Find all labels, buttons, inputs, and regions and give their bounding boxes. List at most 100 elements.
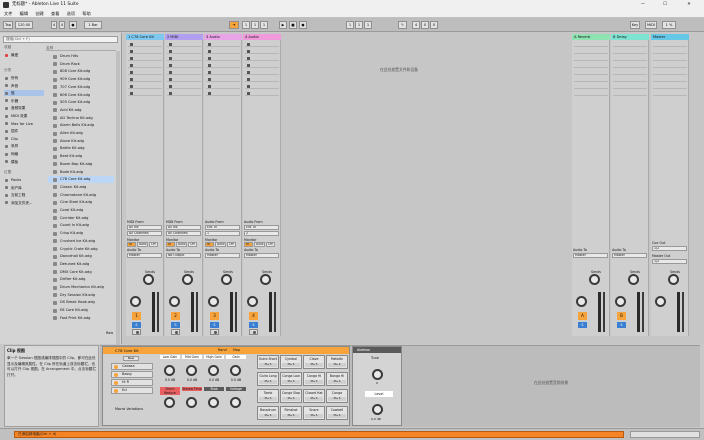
pan-knob[interactable] bbox=[130, 296, 141, 307]
drum-pad[interactable]: Snare M ▸ S bbox=[303, 406, 325, 420]
file-item[interactable]: Beat Kit.adg bbox=[48, 153, 114, 160]
return-activator[interactable]: B bbox=[617, 312, 626, 320]
drum-pad[interactable]: Cowbell M ▸ S bbox=[326, 406, 348, 420]
quantize-select[interactable]: 1 Bar bbox=[84, 21, 102, 29]
pad-controls[interactable]: M ▸ S bbox=[282, 414, 300, 418]
pan-knob[interactable] bbox=[576, 296, 587, 307]
clip-slot[interactable] bbox=[206, 55, 240, 61]
clip-slot[interactable] bbox=[245, 41, 279, 47]
raw-toggle[interactable]: Raw bbox=[106, 331, 113, 335]
macro-label[interactable]: Stereo Time bbox=[182, 387, 202, 391]
midi-map-button[interactable]: MIDI bbox=[645, 21, 657, 29]
track-activator[interactable]: 4 bbox=[249, 312, 258, 320]
macro-label[interactable]: Drum Reduce bbox=[160, 387, 180, 395]
close-button[interactable]: ✕ bbox=[680, 1, 698, 9]
input-channel-select[interactable]: 1 bbox=[205, 231, 240, 236]
file-item[interactable]: 909 Core Kit.adg bbox=[48, 76, 114, 83]
pad-controls[interactable]: M ▸ S bbox=[305, 397, 323, 401]
clip-slot[interactable] bbox=[128, 41, 162, 47]
rack-rand-button[interactable]: Rand bbox=[218, 348, 227, 352]
macro-knob[interactable] bbox=[186, 397, 197, 408]
volume-fader[interactable] bbox=[269, 292, 272, 332]
monitor-auto-button[interactable]: Auto bbox=[215, 242, 226, 247]
output-select[interactable]: Master bbox=[244, 253, 279, 258]
file-item[interactable]: Detuned Kit.adg bbox=[48, 261, 114, 268]
clip-slot[interactable] bbox=[613, 55, 647, 61]
pad-controls[interactable]: M ▸ S bbox=[259, 397, 277, 401]
pad-controls[interactable]: M ▸ S bbox=[282, 380, 300, 384]
macro-label[interactable]: Stab bbox=[204, 387, 224, 391]
clip-slot[interactable] bbox=[613, 48, 647, 54]
input-source-select[interactable]: Ext. In bbox=[244, 225, 279, 230]
clip-slot[interactable] bbox=[653, 62, 687, 68]
send-knob[interactable] bbox=[589, 274, 600, 285]
macro-knob[interactable] bbox=[230, 397, 241, 408]
monitor-off-button[interactable]: Off bbox=[266, 242, 275, 247]
macro-knob[interactable] bbox=[208, 365, 219, 376]
file-item[interactable]: Coral Kit.adg bbox=[48, 207, 114, 214]
clip-slot[interactable] bbox=[128, 90, 162, 96]
category-all[interactable]: 所有 bbox=[4, 75, 44, 81]
loop-start-six[interactable]: 1 bbox=[364, 21, 372, 29]
pan-knob[interactable] bbox=[247, 296, 258, 307]
loop-start-beat[interactable]: 1 bbox=[355, 21, 363, 29]
file-item[interactable]: Cine Steel Kit.adg bbox=[48, 199, 114, 206]
volume-fader[interactable] bbox=[152, 292, 155, 332]
drum-pad[interactable]: Cymbal M ▸ S bbox=[280, 355, 302, 369]
clip-slot[interactable] bbox=[653, 55, 687, 61]
track-activator[interactable]: 2 bbox=[171, 312, 180, 320]
clip-slot[interactable] bbox=[128, 55, 162, 61]
clip-slot[interactable] bbox=[245, 69, 279, 75]
file-item[interactable]: Drifter Kit.adg bbox=[48, 276, 114, 283]
solo-button[interactable]: S bbox=[132, 322, 141, 328]
macro-label[interactable]: Voltage bbox=[226, 387, 246, 391]
clip-slot[interactable] bbox=[128, 83, 162, 89]
drum-pad[interactable]: Metallic M ▸ S bbox=[326, 355, 348, 369]
clip-slot[interactable] bbox=[206, 76, 240, 82]
pad-controls[interactable]: M ▸ S bbox=[328, 414, 346, 418]
clip-slot[interactable] bbox=[653, 83, 687, 89]
pad-controls[interactable]: M ▸ S bbox=[328, 397, 346, 401]
macro-knob[interactable] bbox=[186, 365, 197, 376]
volume-fader[interactable] bbox=[191, 292, 194, 332]
output-select[interactable]: Master bbox=[612, 253, 647, 258]
pad-controls[interactable]: M ▸ S bbox=[282, 397, 300, 401]
file-item[interactable]: Boom Bap Kit.adg bbox=[48, 161, 114, 168]
clip-slot[interactable] bbox=[206, 62, 240, 68]
menu-file[interactable]: 文件 bbox=[4, 10, 12, 18]
drum-pad[interactable]: Conga M ▸ S bbox=[326, 389, 348, 403]
solo-button[interactable]: S bbox=[578, 322, 587, 328]
monitor-in-button[interactable]: In bbox=[127, 242, 136, 247]
pad-controls[interactable]: M ▸ S bbox=[305, 363, 323, 367]
volume-fader[interactable] bbox=[677, 292, 680, 332]
macro-label[interactable]: Gain bbox=[226, 355, 246, 359]
arm-button[interactable] bbox=[132, 329, 141, 335]
drum-pad[interactable]: Closed Hat M ▸ S bbox=[303, 389, 325, 403]
macro-label[interactable]: Mid Gain bbox=[182, 355, 202, 359]
clip-slot[interactable] bbox=[128, 62, 162, 68]
macro-knob[interactable] bbox=[164, 397, 175, 408]
pan-knob[interactable] bbox=[208, 296, 219, 307]
monitor-off-button[interactable]: Off bbox=[188, 242, 197, 247]
file-item[interactable]: Alien Kit.adg bbox=[48, 130, 114, 137]
key-map-button[interactable]: Key bbox=[630, 21, 640, 29]
send-knob[interactable] bbox=[628, 274, 639, 285]
chain-hifi[interactable]: Hi Fi bbox=[111, 379, 153, 386]
clip-slot[interactable] bbox=[574, 41, 608, 47]
drum-pad[interactable]: Guiro Short M ▸ S bbox=[257, 355, 279, 369]
send-knob[interactable] bbox=[143, 274, 154, 285]
arm-button[interactable] bbox=[171, 329, 180, 335]
pan-knob[interactable] bbox=[169, 296, 180, 307]
sig-num[interactable]: 4 bbox=[51, 21, 57, 29]
category-midi-fx[interactable]: MIDI 效果 bbox=[4, 113, 44, 119]
clip-slot[interactable] bbox=[167, 55, 201, 61]
pad-controls[interactable]: M ▸ S bbox=[328, 380, 346, 384]
file-item[interactable]: Drum Hits bbox=[48, 53, 114, 60]
file-item[interactable]: Dry Session Kit.adg bbox=[48, 292, 114, 299]
clip-slot[interactable] bbox=[206, 90, 240, 96]
clip-slot[interactable] bbox=[574, 69, 608, 75]
file-item[interactable]: E8 Core Kit.adg bbox=[48, 307, 114, 314]
browser-scrollbar[interactable] bbox=[116, 51, 120, 351]
clip-slot[interactable] bbox=[245, 90, 279, 96]
category-drum[interactable]: 鼓 bbox=[4, 90, 44, 97]
